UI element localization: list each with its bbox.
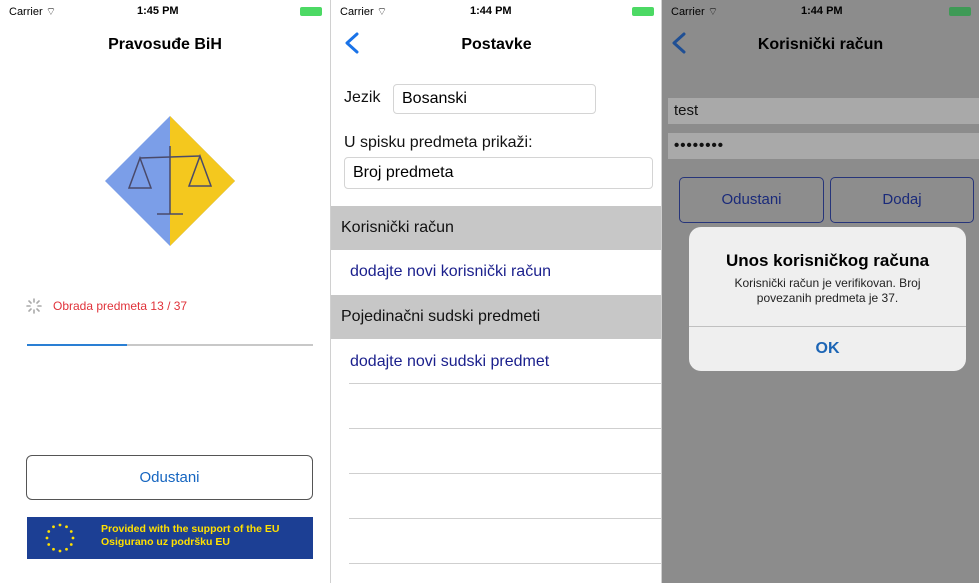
scales-of-justice-logo <box>105 116 235 246</box>
eu-star <box>58 523 62 527</box>
cancel-button[interactable]: Odustani <box>679 177 824 223</box>
eu-support-banner: Provided with the support of the EU Osig… <box>27 517 313 559</box>
table-separator <box>349 518 662 519</box>
progress-bar <box>27 344 313 346</box>
status-time: 1:44 PM <box>801 5 843 17</box>
status-bar: Carrier ⌔ 1:44 PM <box>331 0 662 22</box>
nav-bar: Postavke <box>331 22 662 66</box>
add-button[interactable]: Dodaj <box>830 177 974 223</box>
add-case-link[interactable]: dodajte novi sudski predmet <box>350 353 549 371</box>
battery-icon <box>949 7 971 16</box>
eu-star <box>47 543 51 546</box>
eu-flag-icon <box>27 517 93 559</box>
eu-star <box>52 525 55 529</box>
alert-title: Unos korisničkog računa <box>725 251 930 270</box>
list-display-label: U spisku predmeta prikaži: <box>344 134 533 151</box>
wifi-icon: ⌔ <box>707 6 719 18</box>
eu-star <box>69 543 73 546</box>
table-separator <box>349 428 662 429</box>
carrier-label: Carrier ⌔ <box>340 6 388 18</box>
table-separator <box>349 473 662 474</box>
username-field[interactable]: test <box>668 98 979 124</box>
settings-screen: Carrier ⌔ 1:44 PM Postavke Jezik Bosansk… <box>331 0 662 583</box>
battery-icon <box>300 7 322 16</box>
alert-dialog: Unos korisničkog računa Korisnički račun… <box>689 227 966 371</box>
cancel-button[interactable]: Odustani <box>26 455 313 500</box>
page-title: Pravosuđe BiH <box>108 36 222 53</box>
alert-message: Korisnički račun je verifikovan. Broj po… <box>734 276 921 305</box>
eu-star <box>71 536 75 540</box>
nav-bar: Pravosuđe BiH <box>0 22 330 66</box>
progress-bar-fill <box>27 344 128 346</box>
status-time: 1:45 PM <box>137 5 179 17</box>
page-title: Postavke <box>461 36 532 53</box>
status-time: 1:44 PM <box>470 5 512 17</box>
eu-banner-line2: Osigurano uz podršku EU <box>101 536 230 548</box>
list-display-select[interactable]: Broj predmeta <box>344 157 653 189</box>
carrier-label: Carrier ⌔ <box>671 6 719 18</box>
password-field[interactable]: •••••••• <box>668 133 979 159</box>
eu-star <box>69 530 73 533</box>
language-label: Jezik <box>344 89 381 106</box>
status-bar: Carrier ⌔ 1:45 PM <box>0 0 330 22</box>
section-header-accounts: Korisnički račun <box>331 206 662 250</box>
progress-text: Obrada predmeta 13 / 37 <box>53 299 188 313</box>
eu-star <box>52 547 55 551</box>
activity-spinner-icon <box>26 298 42 314</box>
loading-screen: Carrier ⌔ 1:45 PM Pravosuđe BiH Obrada p… <box>0 0 330 583</box>
ok-button[interactable]: OK <box>689 327 966 371</box>
wifi-icon: ⌔ <box>45 6 57 18</box>
battery-icon <box>632 7 654 16</box>
status-bar: Carrier ⌔ 1:44 PM <box>662 0 979 22</box>
eu-star <box>65 547 68 551</box>
eu-star <box>65 525 68 529</box>
add-account-link[interactable]: dodajte novi korisnički račun <box>350 263 551 281</box>
eu-star <box>47 530 51 533</box>
wifi-icon: ⌔ <box>376 6 388 18</box>
table-separator <box>349 383 662 384</box>
page-title: Korisnički račun <box>757 36 884 53</box>
section-header-cases: Pojedinačni sudski predmeti <box>331 295 662 339</box>
eu-banner-line1: Provided with the support of the EU <box>101 523 280 535</box>
table-separator <box>349 563 662 564</box>
carrier-label: Carrier ⌔ <box>9 6 57 18</box>
eu-star <box>58 549 62 553</box>
language-select[interactable]: Bosanski <box>393 84 596 114</box>
nav-bar: Korisnički račun <box>662 22 979 66</box>
account-screen-with-alert: Carrier ⌔ 1:44 PM Korisnički račun test … <box>662 0 979 583</box>
eu-star <box>45 536 49 540</box>
